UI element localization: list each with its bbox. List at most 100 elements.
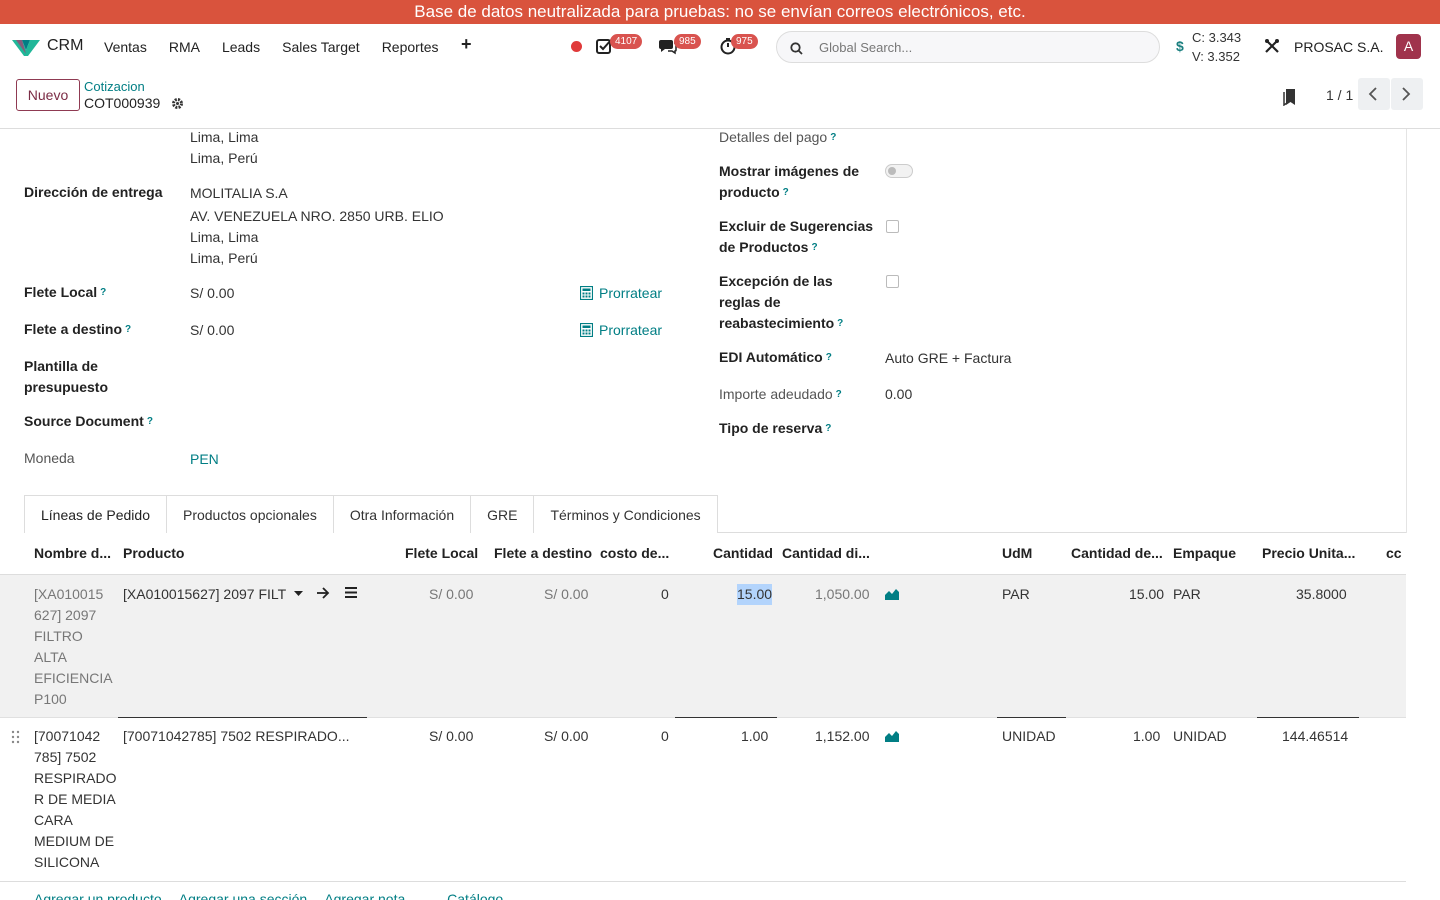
forecast-chart-icon[interactable]	[885, 588, 899, 600]
flete-destino-value[interactable]: S/ 0.00	[190, 320, 234, 341]
menu-rma[interactable]: RMA	[169, 39, 200, 55]
line-description[interactable]: [XA010015 627] 2097 FILTRO ALTA EFICIENCIA P1…	[34, 584, 116, 710]
importe-adeudado-value: 0.00	[885, 386, 913, 402]
tab-lineas-pedido[interactable]: Líneas de Pedido	[24, 495, 167, 534]
product-select[interactable]: [XA010015627] 2097 FILT	[123, 584, 303, 605]
line-quantity[interactable]: 1.00	[741, 726, 768, 747]
help-icon[interactable]: ?	[837, 318, 843, 329]
line-costo[interactable]: 0	[661, 726, 669, 747]
help-icon[interactable]: ?	[836, 389, 842, 400]
rate-c: C: 3.343	[1192, 30, 1242, 45]
menu-sales-target[interactable]: Sales Target	[282, 39, 360, 55]
line-precio[interactable]: 35.8000	[1296, 584, 1347, 605]
line-description[interactable]: [70071042 785] 7502 RESPIRADO R DE MEDIA CAR…	[34, 726, 116, 873]
plus-icon[interactable]: +	[461, 34, 472, 55]
line-flete-local[interactable]: S/ 0.00	[429, 726, 473, 747]
line-cantidad-empaque[interactable]: 1.00	[1133, 726, 1160, 747]
bookmark-icon[interactable]	[1283, 88, 1297, 106]
line-cantidad-empaque[interactable]: 15.00	[1129, 584, 1164, 605]
global-search[interactable]: Global Search...	[776, 31, 1160, 63]
list-icon[interactable]	[345, 587, 357, 598]
calculator-icon	[579, 322, 594, 338]
pager-next-button[interactable]	[1391, 78, 1423, 110]
col-nombre[interactable]: Nombre d...	[34, 545, 111, 561]
col-udm[interactable]: UdM	[1002, 545, 1032, 561]
col-empaque[interactable]: Empaque	[1173, 545, 1236, 561]
help-icon[interactable]: ?	[147, 416, 153, 427]
prorratear-local-button[interactable]: Prorratear	[579, 283, 662, 304]
search-input[interactable]: Global Search...	[819, 40, 912, 55]
col-cantidad[interactable]: Cantidad	[713, 545, 773, 561]
help-icon[interactable]: ?	[825, 423, 831, 434]
new-button[interactable]: Nuevo	[16, 79, 80, 111]
form-scrollbar[interactable]	[1406, 129, 1440, 533]
help-icon[interactable]: ?	[811, 242, 817, 253]
order-lines-header: Nombre d... Producto Flete Local Flete a…	[0, 533, 1406, 575]
tab-gre[interactable]: GRE	[470, 495, 535, 533]
company-switcher[interactable]: PROSAC S.A.	[1294, 39, 1383, 55]
breadcrumb-parent[interactable]: Cotizacion	[84, 79, 145, 94]
help-icon[interactable]: ?	[100, 287, 106, 298]
line-empaque[interactable]: UNIDAD	[1173, 726, 1227, 747]
moneda-value[interactable]: PEN	[190, 449, 219, 470]
tab-terminos[interactable]: Términos y Condiciones	[533, 495, 718, 533]
invoice-address-line: Lima, Lima	[190, 129, 259, 145]
tab-otra-informacion[interactable]: Otra Información	[332, 495, 472, 533]
catalog-link[interactable]: Catálogo	[447, 891, 503, 900]
edi-automatico-value[interactable]: Auto GRE + Factura	[885, 348, 1011, 369]
menu-reportes[interactable]: Reportes	[382, 39, 439, 55]
mostrar-imagenes-toggle[interactable]	[885, 164, 913, 178]
line-udm[interactable]: PAR	[1002, 584, 1030, 605]
col-cantidad-disponible[interactable]: Cantidad di...	[782, 545, 870, 561]
add-product-link[interactable]: Agregar un producto	[34, 891, 162, 900]
table-row[interactable]: [70071042 785] 7502 RESPIRADO R DE MEDIA CAR…	[0, 718, 1406, 882]
edi-automatico-label: EDI Automático?	[719, 349, 832, 365]
col-costo[interactable]: costo de...	[600, 545, 669, 561]
line-udm[interactable]: UNIDAD	[1002, 726, 1056, 747]
crm-app-icon[interactable]	[12, 36, 40, 58]
line-costo[interactable]: 0	[661, 584, 669, 605]
pager-value[interactable]: 1 / 1	[1326, 87, 1353, 103]
user-avatar[interactable]: A	[1396, 34, 1421, 59]
help-icon[interactable]: ?	[125, 324, 131, 335]
col-producto[interactable]: Producto	[123, 545, 184, 561]
line-empaque[interactable]: PAR	[1173, 584, 1201, 605]
menu-ventas[interactable]: Ventas	[104, 39, 147, 55]
add-note-link[interactable]: Agregar nota	[324, 891, 405, 900]
record-indicator-icon[interactable]	[571, 41, 582, 52]
line-precio[interactable]: 144.46514	[1282, 726, 1348, 747]
tools-icon[interactable]	[1264, 38, 1280, 54]
help-icon[interactable]: ?	[783, 187, 789, 198]
help-icon[interactable]: ?	[826, 352, 832, 363]
flete-local-value[interactable]: S/ 0.00	[190, 283, 234, 304]
line-product[interactable]: [70071042785] 7502 RESPIRADO...	[123, 726, 349, 747]
excepcion-reglas-checkbox[interactable]	[886, 275, 899, 288]
col-flete-local[interactable]: Flete Local	[405, 545, 478, 561]
tab-productos-opcionales[interactable]: Productos opcionales	[165, 495, 334, 533]
pager-previous-button[interactable]	[1358, 78, 1390, 110]
arrow-right-icon[interactable]	[316, 587, 330, 599]
calculator-icon	[579, 285, 594, 301]
line-quantity-input[interactable]: 15.00	[737, 584, 773, 605]
excluir-sugerencias-checkbox[interactable]	[886, 220, 899, 233]
col-cc[interactable]: cc	[1386, 545, 1402, 561]
col-precio-unitario[interactable]: Precio Unita...	[1262, 545, 1355, 561]
forecast-chart-icon[interactable]	[885, 730, 899, 742]
line-cantidad-disponible: 1,152.00	[815, 728, 870, 744]
col-flete-destino[interactable]: Flete a destino	[494, 545, 592, 561]
gear-icon[interactable]	[171, 97, 184, 110]
line-flete-destino[interactable]: S/ 0.00	[544, 584, 588, 605]
add-section-link[interactable]: Agregar una sección	[179, 891, 307, 900]
drag-handle-icon[interactable]	[11, 730, 20, 744]
line-flete-destino[interactable]: S/ 0.00	[544, 726, 588, 747]
line-flete-local[interactable]: S/ 0.00	[429, 584, 473, 605]
menu-leads[interactable]: Leads	[222, 39, 260, 55]
col-cantidad-empaque[interactable]: Cantidad de...	[1071, 545, 1163, 561]
prorratear-destino-button[interactable]: Prorratear	[579, 320, 662, 341]
delivery-address-line[interactable]: MOLITALIA S.A	[190, 183, 288, 204]
currency-icon[interactable]: $	[1176, 38, 1184, 54]
help-icon[interactable]: ?	[830, 132, 836, 143]
app-name[interactable]: CRM	[47, 37, 83, 55]
table-row[interactable]: [XA010015 627] 2097 FILTRO ALTA EFICIENCIA P1…	[0, 575, 1406, 718]
caret-down-icon	[293, 591, 303, 596]
